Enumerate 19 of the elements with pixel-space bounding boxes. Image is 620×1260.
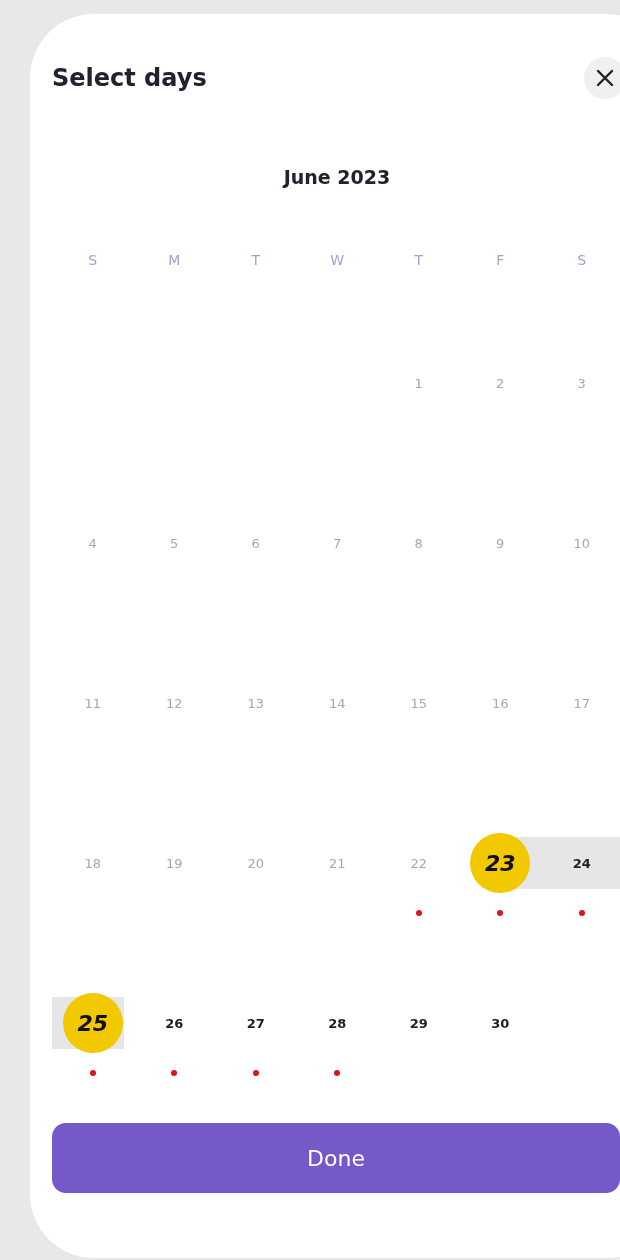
day-number[interactable]: 28 [307,993,368,1053]
weekday-label: M [167,251,182,270]
weekday-label: F [495,251,506,270]
day-number[interactable]: 26 [144,993,205,1053]
weekday-label: W [329,251,346,270]
day-number[interactable]: 23 [470,833,531,893]
day-number[interactable]: 30 [470,993,531,1053]
done-button[interactable]: Done [52,1123,620,1193]
weekday-label: T [413,251,425,270]
weekday-label: S [87,251,99,270]
day-number[interactable]: 27 [225,993,286,1053]
weekday-label: S [576,251,588,270]
close-icon [596,69,614,87]
day-number[interactable]: 29 [388,993,449,1053]
close-button[interactable] [584,57,620,99]
weekday-label: T [250,251,262,270]
day-number[interactable]: 24 [551,833,612,893]
month-title: June 2023 [281,165,392,190]
dialog-title: Select days [52,64,207,92]
